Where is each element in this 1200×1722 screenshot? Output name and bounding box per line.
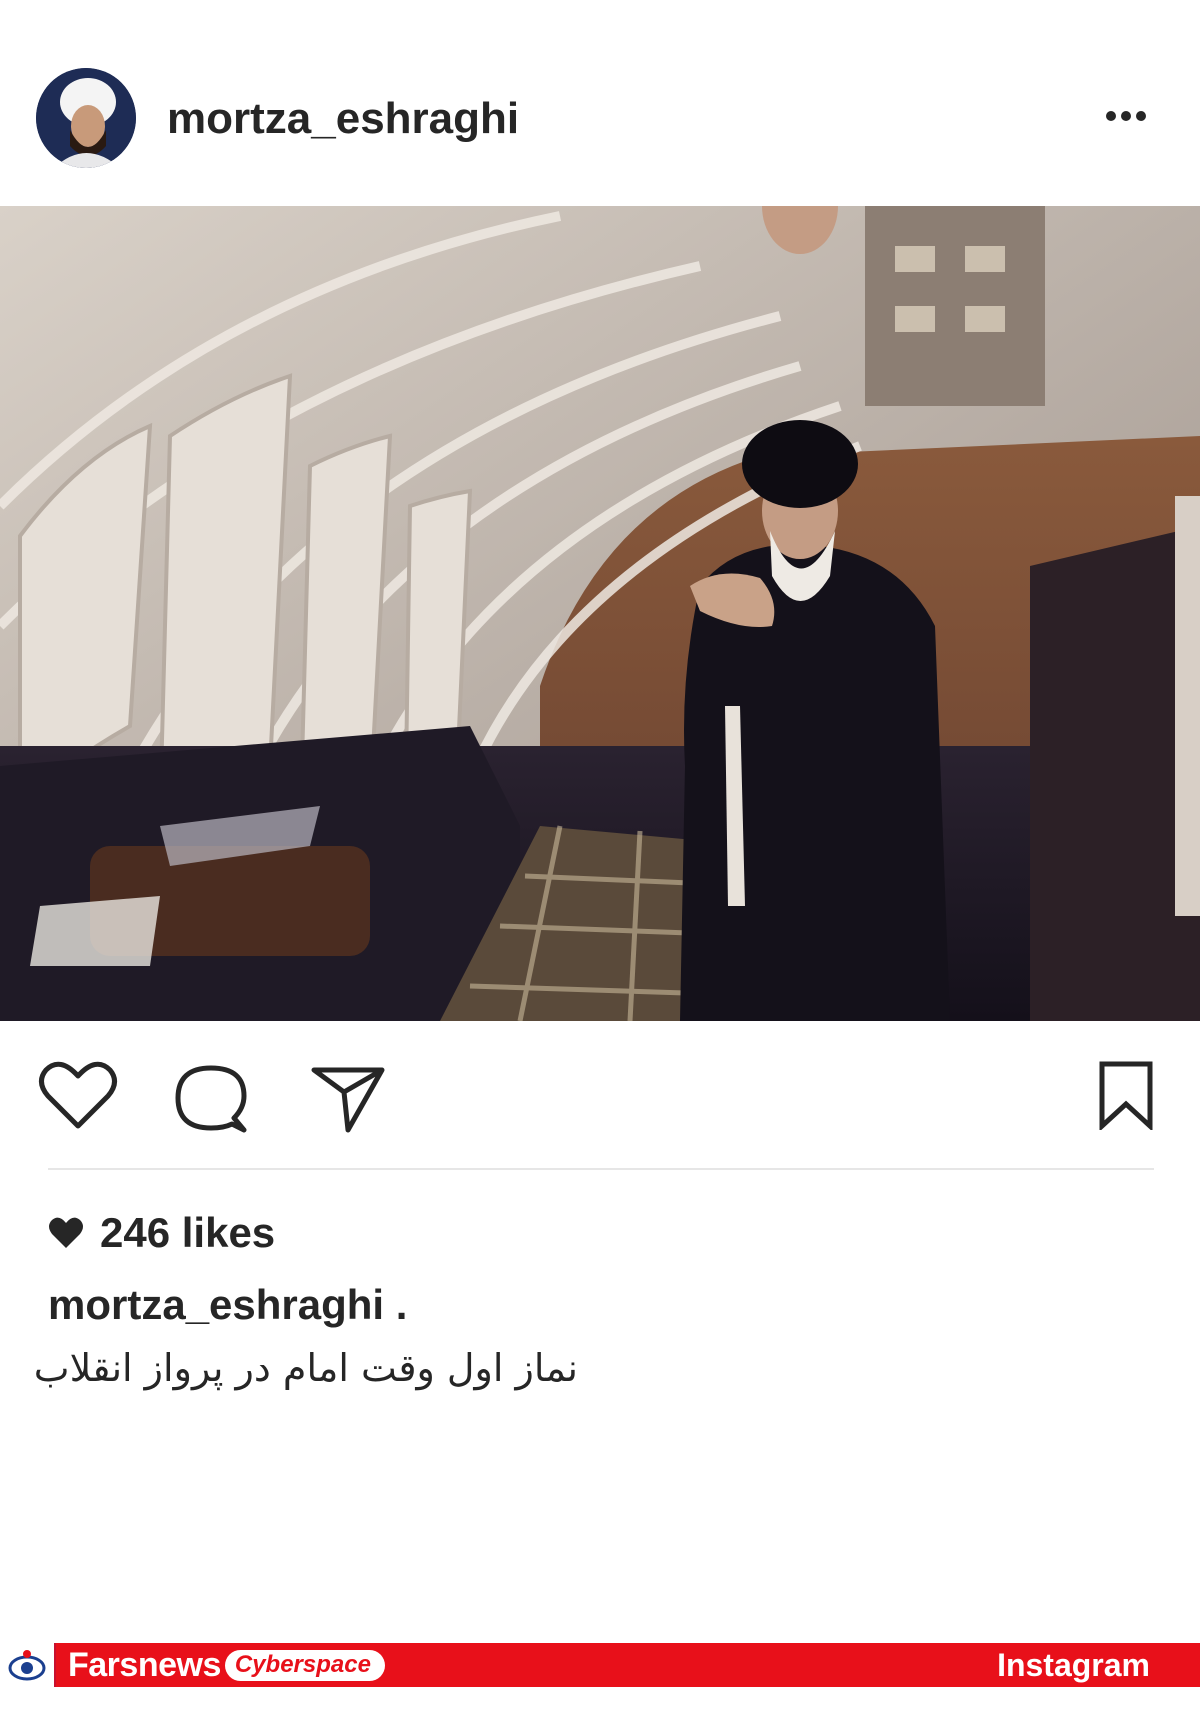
caption-text: نماز اول وقت امام در پرواز انقلاب xyxy=(33,1346,578,1390)
bookmark-icon[interactable] xyxy=(1098,1060,1154,1135)
small-heart-icon xyxy=(48,1216,84,1250)
post-username[interactable]: mortza_eshraghi xyxy=(167,94,519,144)
likes-row[interactable]: 246 likes xyxy=(48,1205,275,1261)
caption-username[interactable]: mortza_eshraghi . xyxy=(48,1280,407,1330)
banner-pill: Cyberspace xyxy=(224,1649,385,1681)
banner-brand: Farsnews xyxy=(68,1645,221,1684)
heart-icon[interactable] xyxy=(38,1060,118,1137)
avatar[interactable] xyxy=(36,68,136,168)
divider xyxy=(48,1168,1154,1170)
banner-platform: Instagram xyxy=(997,1647,1150,1683)
paper-plane-icon[interactable] xyxy=(310,1062,386,1139)
farsnews-logo-icon xyxy=(0,1643,56,1687)
footer-banner: Farsnews Cyberspace Instagram xyxy=(0,1643,1200,1687)
banner-bar: Farsnews Cyberspace Instagram xyxy=(56,1643,1200,1687)
comment-icon[interactable] xyxy=(174,1062,248,1139)
post-actions xyxy=(0,1060,1200,1140)
likes-count: 246 likes xyxy=(100,1209,276,1256)
more-options-icon[interactable] xyxy=(1103,108,1149,124)
post-photo[interactable] xyxy=(0,206,1200,1021)
